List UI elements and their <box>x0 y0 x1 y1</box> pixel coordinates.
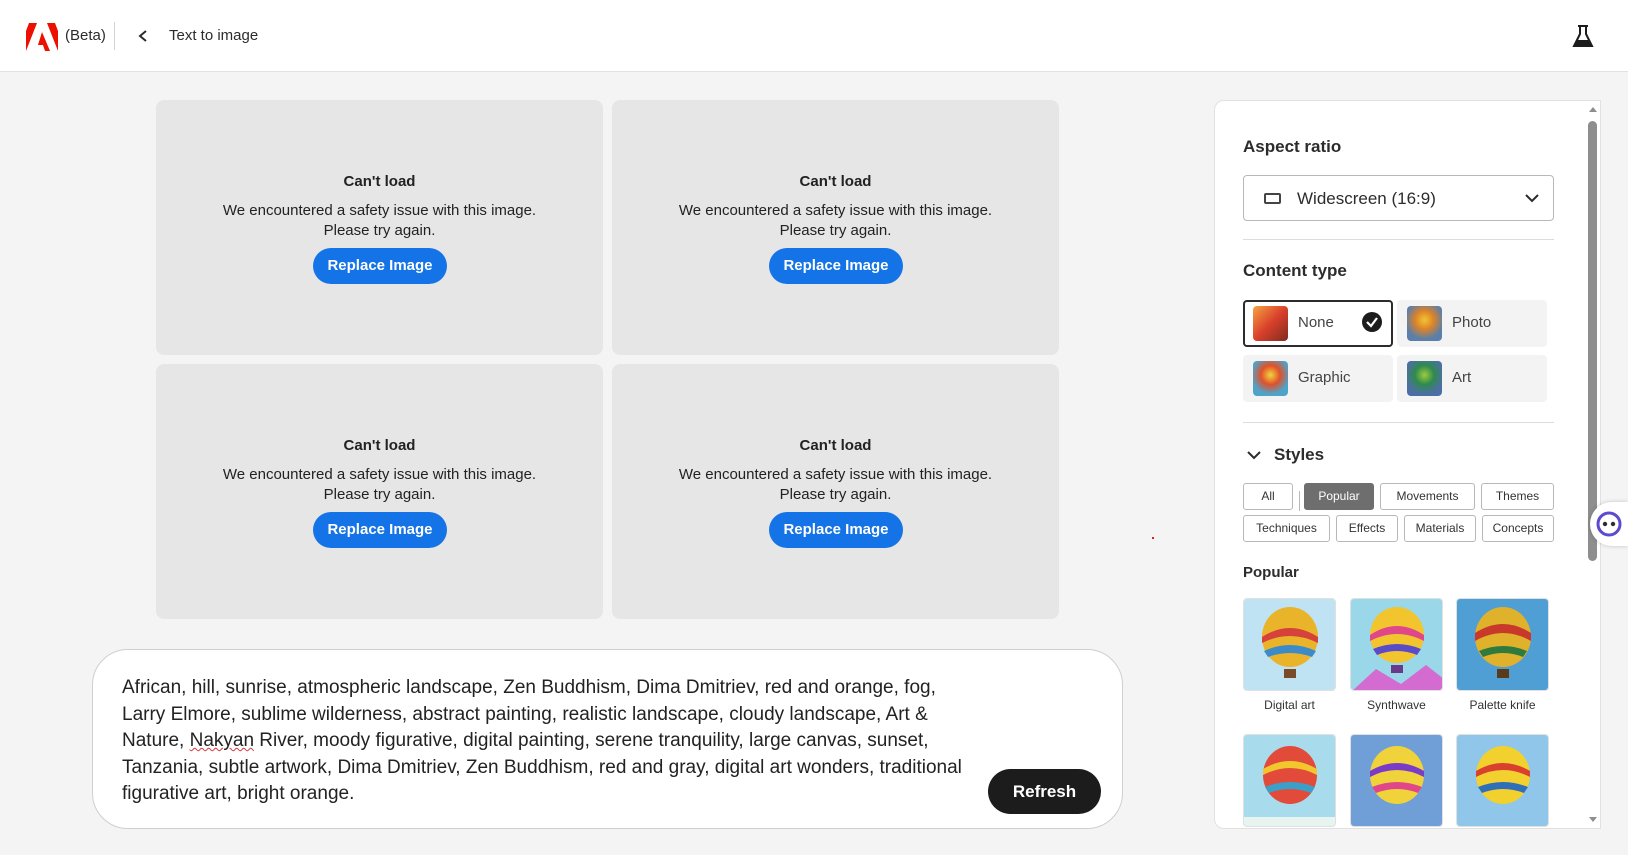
replace-image-button[interactable]: Replace Image <box>769 512 903 548</box>
style-tile-synthwave[interactable] <box>1350 598 1443 691</box>
card-message-line: Please try again. <box>779 222 892 239</box>
widescreen-icon <box>1264 193 1281 204</box>
style-tile-digital-art[interactable] <box>1243 598 1336 691</box>
balloon-image <box>1457 599 1548 690</box>
card-message: We encountered a safety issue with this … <box>612 465 1059 505</box>
card-message-line: Please try again. <box>323 486 436 503</box>
filter-materials[interactable]: Materials <box>1404 515 1476 542</box>
assistant-button[interactable] <box>1590 502 1628 546</box>
card-message-line: We encountered a safety issue with this … <box>222 466 537 483</box>
scroll-down-arrow-icon[interactable] <box>1589 817 1597 822</box>
card-message: We encountered a safety issue with this … <box>156 201 603 241</box>
balloon-image <box>1244 735 1335 826</box>
scroll-up-arrow-icon[interactable] <box>1589 107 1597 112</box>
content-type-label: None <box>1298 314 1334 331</box>
content-type-label: Graphic <box>1298 369 1351 386</box>
beta-label: (Beta) <box>65 27 106 44</box>
aspect-ratio-select[interactable]: Widescreen (16:9) <box>1243 175 1554 221</box>
result-card: Can't load We encountered a safety issue… <box>612 100 1059 355</box>
result-card: Can't load We encountered a safety issue… <box>156 364 603 619</box>
content-type-none[interactable]: None <box>1243 300 1393 347</box>
style-tile[interactable] <box>1456 734 1549 827</box>
checkmark-icon <box>1362 312 1382 332</box>
prompt-input[interactable]: African, hill, sunrise, atmospheric land… <box>122 675 984 808</box>
content-type-graphic[interactable]: Graphic <box>1243 355 1393 402</box>
card-title: Can't load <box>799 437 872 454</box>
card-message-line: Please try again. <box>779 486 892 503</box>
balloon-thumbnail <box>1253 306 1288 341</box>
content-type-label: Photo <box>1452 314 1492 331</box>
balloon-image <box>1351 599 1442 690</box>
chevron-left-icon[interactable] <box>134 25 152 47</box>
card-message-line: We encountered a safety issue with this … <box>678 202 993 219</box>
content-type-title: Content type <box>1243 261 1347 280</box>
filter-techniques[interactable]: Techniques <box>1243 515 1330 542</box>
balloon-image <box>1457 735 1548 826</box>
card-message-line: We encountered a safety issue with this … <box>222 202 537 219</box>
style-tile[interactable] <box>1243 734 1336 827</box>
adobe-logo[interactable] <box>26 23 58 51</box>
card-message-line: Please try again. <box>323 222 436 239</box>
replace-image-button[interactable]: Replace Image <box>313 512 447 548</box>
filter-concepts[interactable]: Concepts <box>1482 515 1554 542</box>
result-card: Can't load We encountered a safety issue… <box>156 100 603 355</box>
card-message-line: We encountered a safety issue with this … <box>678 466 993 483</box>
filter-movements[interactable]: Movements <box>1380 483 1475 510</box>
assistant-face-icon <box>1596 511 1622 537</box>
style-tile-label: Synthwave <box>1367 698 1426 712</box>
balloon-image <box>1351 735 1442 826</box>
header-divider <box>114 22 115 50</box>
style-tile-label: Digital art <box>1264 698 1315 712</box>
balloon-thumbnail <box>1407 361 1442 396</box>
cursor-dot <box>1152 537 1154 539</box>
content-type-label: Art <box>1452 369 1472 386</box>
replace-image-button[interactable]: Replace Image <box>313 248 447 284</box>
card-message: We encountered a safety issue with this … <box>156 465 603 505</box>
card-title: Can't load <box>343 173 416 190</box>
balloon-thumbnail <box>1253 361 1288 396</box>
balloon-image <box>1244 599 1335 690</box>
scrollbar-thumb[interactable] <box>1588 121 1597 561</box>
settings-panel: Aspect ratio Widescreen (16:9) Content t… <box>1214 100 1601 829</box>
styles-toggle[interactable]: Styles <box>1247 444 1367 468</box>
style-tile-label: Palette knife <box>1469 698 1536 712</box>
replace-image-button[interactable]: Replace Image <box>769 248 903 284</box>
card-title: Can't load <box>343 437 416 454</box>
filter-effects[interactable]: Effects <box>1336 515 1398 542</box>
filter-themes[interactable]: Themes <box>1481 483 1554 510</box>
flask-icon[interactable] <box>1572 24 1594 48</box>
section-divider <box>1243 239 1554 240</box>
style-tile-palette-knife[interactable] <box>1456 598 1549 691</box>
styles-title: Styles <box>1274 445 1325 464</box>
refresh-button[interactable]: Refresh <box>988 769 1101 814</box>
content-type-photo[interactable]: Photo <box>1397 300 1547 347</box>
app-header: (Beta) Text to image <box>0 0 1628 72</box>
card-title: Can't load <box>799 173 872 190</box>
prompt-box[interactable]: African, hill, sunrise, atmospheric land… <box>92 649 1123 829</box>
card-message: We encountered a safety issue with this … <box>612 201 1059 241</box>
page-title: Text to image <box>169 27 259 44</box>
prompt-misspelled-word[interactable]: Nakyan <box>190 730 254 751</box>
style-tile[interactable] <box>1350 734 1443 827</box>
aspect-ratio-value: Widescreen (16:9) <box>1297 189 1436 208</box>
content-type-art[interactable]: Art <box>1397 355 1547 402</box>
filter-divider <box>1299 491 1300 511</box>
aspect-ratio-title: Aspect ratio <box>1243 137 1342 156</box>
popular-section-title: Popular <box>1243 564 1299 581</box>
section-divider <box>1243 422 1554 423</box>
filter-popular[interactable]: Popular <box>1304 483 1374 510</box>
result-card: Can't load We encountered a safety issue… <box>612 364 1059 619</box>
balloon-thumbnail <box>1407 306 1442 341</box>
chevron-down-icon <box>1525 194 1539 203</box>
filter-all[interactable]: All <box>1243 483 1293 510</box>
chevron-down-icon <box>1247 451 1261 460</box>
